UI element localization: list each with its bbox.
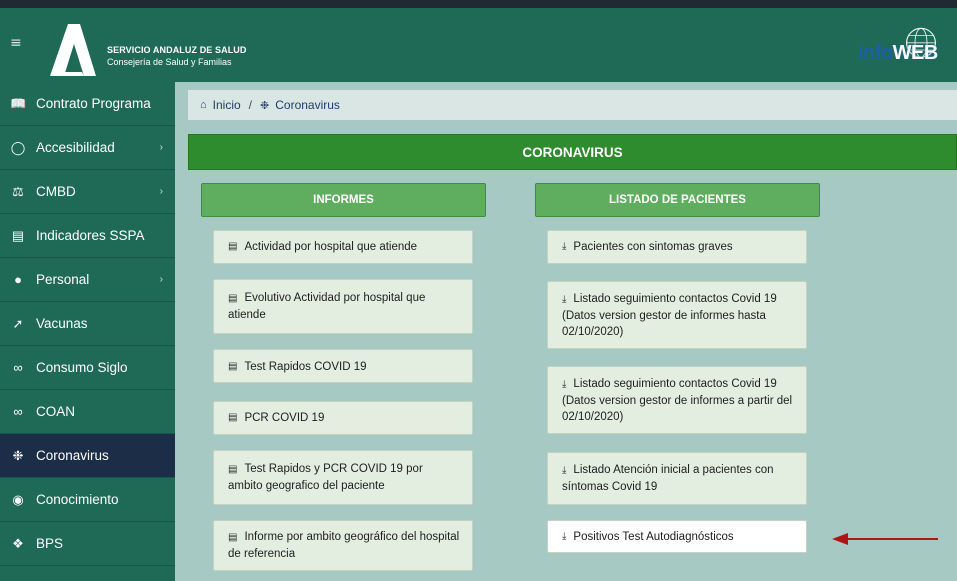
sidebar-item-label: Vacunas [36,316,88,331]
sidebar-item-consumo-siglo[interactable]: ∞ Consumo Siglo [0,346,175,390]
paciente-card-contactos-a-partir[interactable]: ⤓ Listado seguimiento contactos Covid 19 … [547,366,807,434]
paciente-card-label: ⤓ Listado seguimiento contactos Covid 19 … [562,377,793,423]
sidebar-item-label: BPS [36,536,64,551]
sidebar-item-label: Consumo Siglo [36,360,128,375]
sidebar-item-coan[interactable]: ∞ COAN [0,390,175,434]
download-icon: ⤓ [562,293,567,305]
paciente-card-contactos-hasta[interactable]: ⤓ Listado seguimiento contactos Covid 19 … [547,281,807,349]
sidebar-item-conocimiento[interactable]: ◉ Conocimiento [0,478,175,522]
bar-chart-icon: ▤ [11,227,25,243]
sidebar-item-contrato-programa[interactable]: 📖 Contrato Programa [0,82,175,126]
breadcrumb-separator: / [248,98,253,112]
download-icon: ⤓ [562,530,567,542]
listado-pacientes-heading: LISTADO DE PACIENTES [535,183,820,217]
page-title-bar: CORONAVIRUS [188,134,957,170]
report-icon: ▤ [228,361,238,372]
home-icon[interactable]: ⌂ [200,99,207,111]
paciente-card-label: ⤓ Listado Atención inicial a pacientes co… [562,464,774,493]
red-arrow-annotation-icon [832,533,938,545]
sidebar-item-label: Contrato Programa [36,96,151,111]
paciente-card-label: Positivos Test Autodiagnósticos [573,530,734,543]
report-icon: ▤ [228,464,238,475]
paciente-card-atencion-inicial[interactable]: ⤓ Listado Atención inicial a pacientes co… [547,452,807,505]
sidebar-item-label: Conocimiento [36,492,119,507]
dna-icon: ❖ [12,535,24,551]
sidebar-item-label: Coronavirus [36,448,109,463]
sidebar-item-indicadores-sspa[interactable]: ▤ Indicadores SSPA [0,214,175,258]
circle-check-icon: ◯ [10,139,26,155]
window-top-strip [0,0,957,8]
sidebar-item-personal[interactable]: ● Personal › [0,258,175,302]
chevron-right-icon: › [159,186,163,197]
sidebar-item-cmbd[interactable]: ⚖ CMBD › [0,170,175,214]
breadcrumb: ⌂ Inicio / ❉ Coronavirus [188,90,957,120]
sidebar-item-coronavirus[interactable]: ❉ Coronavirus [0,434,175,478]
informe-card-label: Test Rapidos COVID 19 [244,361,367,373]
informe-card-actividad-hospital[interactable]: ▤ Actividad por hospital que atiende [213,230,473,264]
paciente-card-label: Pacientes con sintomas graves [573,241,733,253]
sidebar-item-accesibilidad[interactable]: ◯ Accesibilidad › [0,126,175,170]
report-icon: ▤ [228,241,238,252]
sidebar-item-label: Indicadores SSPA [36,228,145,243]
brand-line-1: SERVICIO ANDALUZ DE SALUD [107,45,247,55]
report-icon: ▤ [228,293,238,304]
hamburger-menu-icon[interactable]: ≡ [10,36,24,50]
page-title: CORONAVIRUS [522,144,623,160]
download-icon: ⤓ [562,378,567,390]
scale-icon: ⚖ [12,183,24,199]
brand-line-2: Consejería de Salud y Familias [107,57,232,67]
junta-andalucia-logo [50,24,96,76]
paciente-card-label: ⤓ Listado seguimiento contactos Covid 19 … [562,292,777,338]
breadcrumb-current[interactable]: Coronavirus [275,98,340,112]
informes-heading: INFORMES [201,183,486,217]
link-icon: ∞ [13,404,23,419]
paciente-card-positivos-autodiagnosticos[interactable]: ⤓ Positivos Test Autodiagnósticos [547,520,807,553]
sidebar: 📖 Contrato Programa ◯ Accesibilidad › ⚖ … [0,82,175,581]
sidebar-item-label: Personal [36,272,90,287]
book-icon: 📖 [10,95,27,111]
informe-card-evolutivo-actividad[interactable]: ▤ Evolutivo Actividad por hospital que at… [213,279,473,334]
sidebar-item-vacunas[interactable]: ➚ Vacunas [0,302,175,346]
chevron-right-icon: › [159,142,163,153]
informe-card-label: ▤ Informe por ambito geográfico del hospi… [228,531,460,560]
link-icon: ∞ [13,360,23,375]
virus-icon: ❉ [12,447,24,463]
informe-card-test-rapidos[interactable]: ▤ Test Rapidos COVID 19 [213,349,473,383]
informe-card-label: ▤ Test Rapidos y PCR COVID 19 por ambito … [228,463,423,492]
brand-text: SERVICIO ANDALUZ DE SALUD Consejería de … [107,44,247,68]
app-header: ≡ SERVICIO ANDALUZ DE SALUD Consejería d… [0,8,957,82]
informe-card-label: ▤ Evolutivo Actividad por hospital que at… [228,292,426,321]
sidebar-item-label: Accesibilidad [36,140,115,155]
infoweb-logo-text: infoWEB [858,42,938,64]
listado-pacientes-heading-label: LISTADO DE PACIENTES [609,194,746,206]
paciente-card-sintomas-graves[interactable]: ⤓ Pacientes con sintomas graves [547,230,807,264]
report-icon: ▤ [228,412,238,423]
sidebar-item-label: COAN [36,404,76,419]
informes-heading-label: INFORMES [313,194,374,206]
report-icon: ▤ [228,532,238,543]
download-icon: ⤓ [562,241,567,252]
chevron-right-icon: › [159,274,163,285]
download-icon: ⤓ [562,465,567,476]
syringe-icon: ➚ [12,315,24,331]
informe-card-pcr[interactable]: ▤ PCR COVID 19 [213,401,473,435]
informe-card-label: PCR COVID 19 [244,412,325,424]
breadcrumb-home-link[interactable]: Inicio [213,98,241,112]
informe-card-test-pcr-ambito[interactable]: ▤ Test Rapidos y PCR COVID 19 por ambito … [213,450,473,505]
user-icon: ● [14,272,22,287]
informe-card-ambito-hospital-referencia[interactable]: ▤ Informe por ambito geográfico del hospi… [213,520,473,571]
sidebar-item-label: CMBD [36,184,76,199]
sidebar-item-bps[interactable]: ❖ BPS [0,522,175,566]
eye-icon: ◉ [12,491,24,507]
virus-icon: ❉ [260,99,270,112]
informe-card-label: Actividad por hospital que atiende [244,241,418,253]
